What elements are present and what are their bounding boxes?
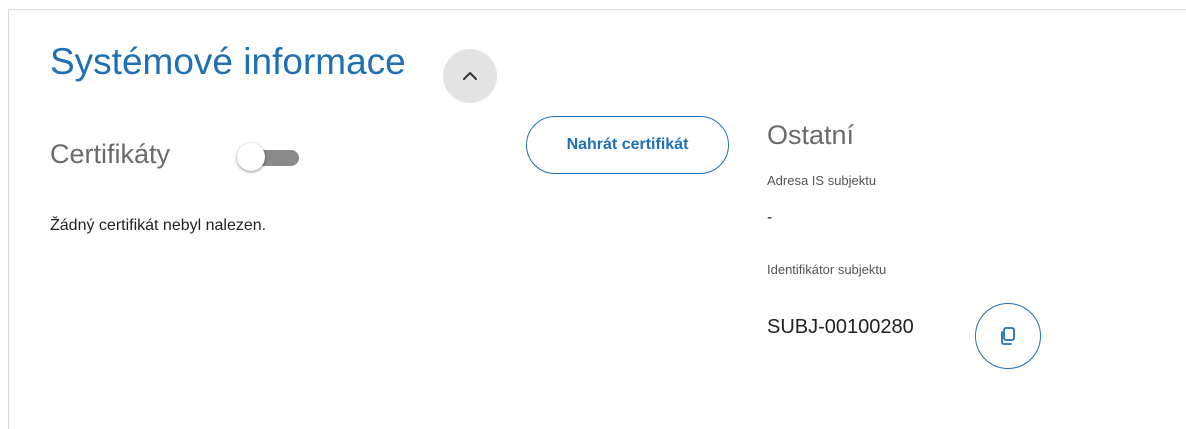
subject-id-label: Identifikátor subjektu [767, 262, 887, 277]
is-address-value: - [767, 209, 773, 226]
chevron-up-icon [463, 72, 477, 80]
system-info-card: Systémové informace Certifikáty Nahrát c… [8, 9, 1186, 429]
other-section-title: Ostatní [767, 120, 855, 150]
copy-subject-id-button[interactable] [975, 303, 1041, 369]
toggle-knob [237, 143, 265, 171]
is-address-label: Adresa IS subjektu [767, 173, 877, 188]
certificates-toggle[interactable] [237, 143, 303, 171]
certificates-label: Certifikáty [50, 139, 171, 169]
collapse-section-button[interactable] [443, 49, 497, 103]
section-title: Systémové informace [50, 41, 406, 82]
copy-icon [1001, 327, 1015, 345]
no-certificates-message: Žádný certifikát nebyl nalezen. [50, 217, 267, 234]
upload-certificate-button[interactable]: Nahrát certifikát [526, 116, 729, 174]
subject-id-value: SUBJ-00100280 [767, 316, 914, 338]
